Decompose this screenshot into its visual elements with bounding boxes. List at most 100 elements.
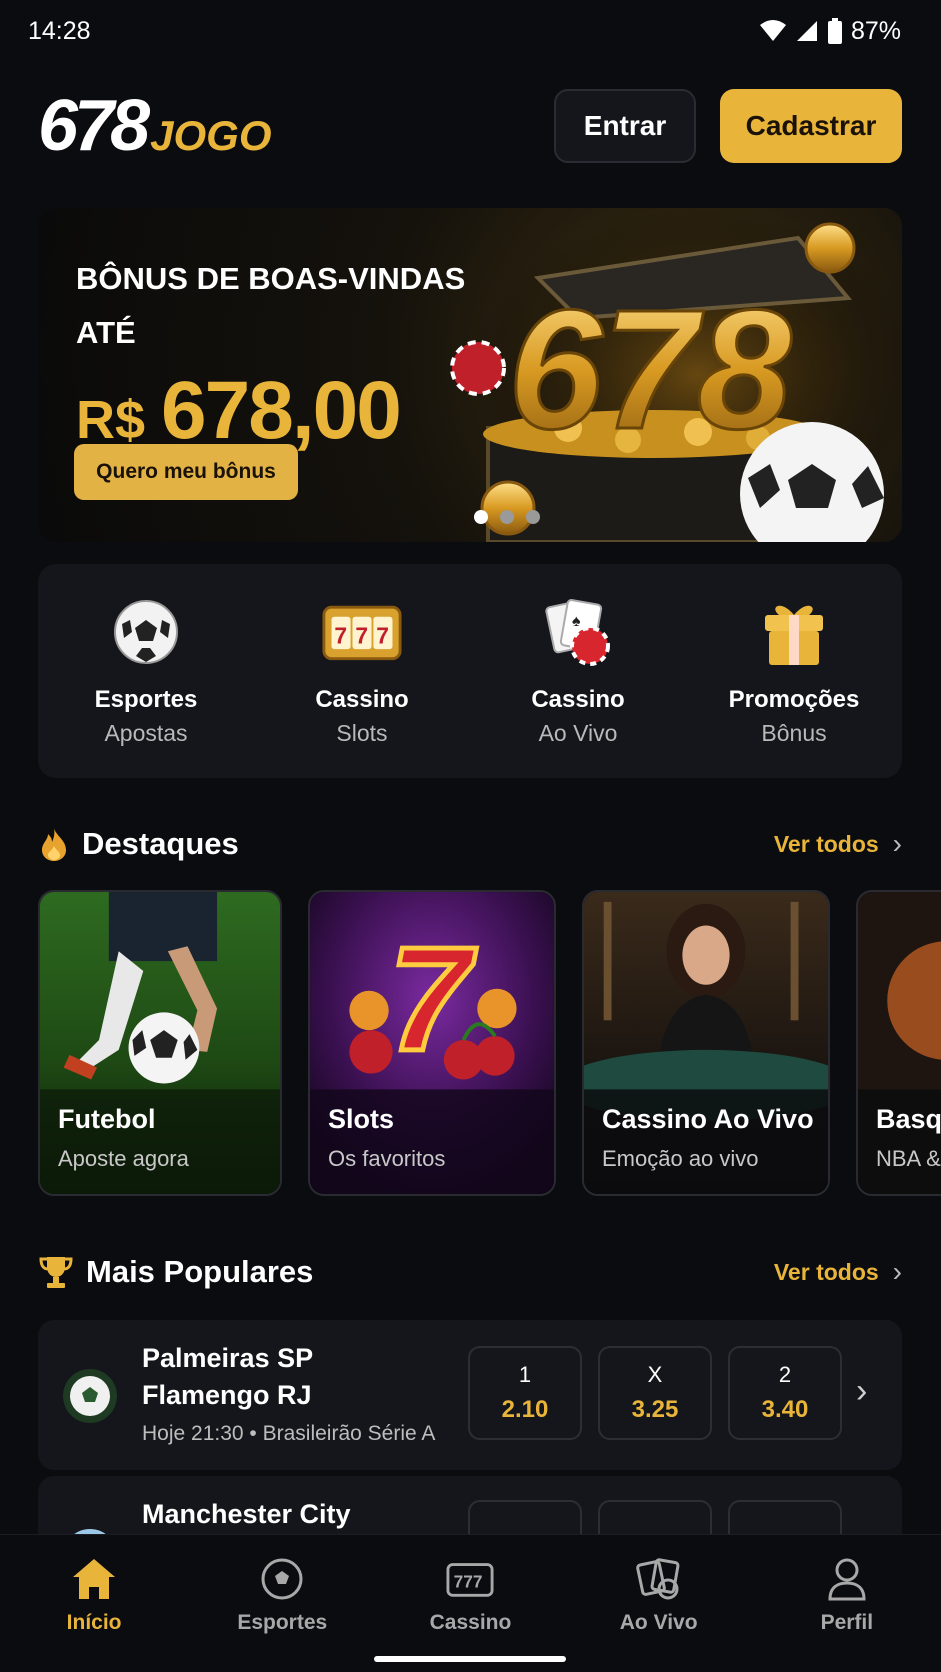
highlights-header: Destaques Ver todos › [38, 822, 902, 866]
banner-text: BÔNUS DE BOAS-VINDAS ATÉ R$ 678,00 [76, 252, 465, 458]
trophy-icon [39, 1257, 73, 1288]
odd-away-button[interactable]: 2 [728, 1500, 842, 1534]
gift-icon [754, 592, 834, 672]
banner-title-line1: BÔNUS DE BOAS-VINDAS [76, 261, 466, 296]
svg-text:7: 7 [355, 622, 368, 648]
banner-art-number: 678 [508, 275, 792, 465]
category-casino-live[interactable]: ♠ Cassino Ao Vivo [478, 592, 678, 778]
odd-value: 2.10 [501, 1396, 549, 1423]
away-team: Flamengo RJ [142, 1380, 312, 1410]
banner-currency: R$ [76, 390, 146, 450]
nav-label: Cassino [429, 1611, 512, 1634]
nav-item-profile[interactable]: Perfil [762, 1555, 932, 1635]
odd-home-button[interactable]: 1 2.10 [468, 1346, 582, 1440]
nav-item-sports[interactable]: Esportes [197, 1555, 367, 1635]
odd-label: X [647, 1362, 663, 1387]
match-odds: 1 2.10 X 3.25 2 3.40 [468, 1346, 842, 1440]
status-icons: 87% [759, 17, 901, 46]
banner-dot[interactable] [526, 510, 540, 524]
match-row[interactable]: Manchester City 1 X 2 [38, 1476, 902, 1534]
soccer-ball-icon [106, 592, 186, 672]
popular-see-all[interactable]: Ver todos › [774, 1256, 902, 1288]
logo-word: JOGO [150, 112, 272, 159]
highlight-card-subtitle: Aposte agora [58, 1146, 189, 1171]
soccer-ball-icon [63, 1369, 117, 1423]
category-title: Promoções [728, 686, 860, 713]
highlights-see-all[interactable]: Ver todos › [774, 828, 902, 860]
svg-text:777: 777 [454, 1572, 483, 1592]
login-button[interactable]: Entrar [554, 89, 696, 163]
home-indicator[interactable] [374, 1656, 566, 1662]
nav-label: Perfil [820, 1611, 874, 1634]
highlight-card-football[interactable]: Futebol Aposte agora [38, 890, 282, 1196]
highlight-card-slots[interactable]: 7 Slots Os favoritos [308, 890, 556, 1196]
category-title: Cassino [531, 686, 625, 713]
category-subtitle: Bônus [761, 720, 827, 746]
battery-icon [827, 18, 842, 44]
highlight-card-title: Slots [328, 1104, 395, 1134]
section-title: Mais Populares [86, 1254, 314, 1289]
odd-away-button[interactable]: 2 3.40 [728, 1346, 842, 1440]
cards-icon [635, 1555, 683, 1603]
highlights-title-group: Destaques [38, 826, 239, 862]
odd-label: 1 [518, 1362, 532, 1387]
banner-pagination [474, 510, 540, 524]
status-time: 14:28 [28, 16, 91, 45]
home-team: Manchester City [142, 1499, 351, 1529]
highlight-card-title: Futebol [58, 1104, 156, 1134]
highlight-card-live-casino[interactable]: Cassino Ao Vivo Emoção ao vivo [582, 890, 830, 1196]
highlight-card-basketball[interactable]: Basq NBA & [856, 890, 941, 1196]
nav-label: Início [66, 1611, 122, 1634]
nav-item-home[interactable]: Início [9, 1555, 179, 1635]
category-subtitle: Slots [336, 720, 388, 746]
odd-home-button[interactable]: 1 [468, 1500, 582, 1534]
highlight-card-title: Basq [876, 1104, 941, 1134]
status-bar: 14:28 87% [0, 0, 941, 62]
chevron-right-icon: › [892, 1256, 902, 1287]
banner-dot[interactable] [474, 510, 488, 524]
treasure-chest-illustration: 678 [448, 208, 902, 542]
highlight-card-subtitle: Os favoritos [328, 1146, 446, 1171]
category-casino-slots[interactable]: 777 Cassino Slots [262, 592, 462, 778]
fire-icon [42, 828, 66, 861]
promo-banner[interactable]: 678 BÔNUS DE BOAS-VINDAS ATÉ R$ 678,00 Q… [38, 208, 902, 542]
claim-bonus-button[interactable]: Quero meu bônus [74, 444, 298, 500]
match-info: Hoje 21:30 • Brasileirão Série A [142, 1422, 436, 1445]
slot-machine-icon: 777 [446, 1555, 494, 1603]
register-button[interactable]: Cadastrar [720, 89, 902, 163]
category-promotions[interactable]: Promoções Bônus [694, 592, 894, 778]
odd-label: 2 [778, 1362, 792, 1387]
see-all-label: Ver todos [773, 830, 879, 857]
popular-matches-list: Palmeiras SP Flamengo RJ Hoje 21:30 • Br… [38, 1320, 902, 1534]
chevron-right-icon: › [892, 828, 902, 859]
bottom-navigation: Início Esportes 777 Cassino Ao Vivo Perf… [0, 1534, 941, 1672]
cards-chip-icon: ♠ [538, 592, 618, 672]
banner-title-line2: ATÉ [76, 315, 136, 350]
signal-icon [796, 21, 817, 41]
brand-logo[interactable]: 678 JOGO [38, 85, 272, 167]
category-sports[interactable]: Esportes Apostas [46, 592, 246, 778]
category-shortcuts: Esportes Apostas 777 Cassino Slots ♠ Cas… [38, 564, 902, 778]
category-subtitle: Ao Vivo [538, 720, 618, 746]
nav-item-live[interactable]: Ao Vivo [574, 1555, 744, 1635]
nav-label: Esportes [237, 1611, 328, 1634]
home-icon [70, 1555, 118, 1603]
match-teams: Palmeiras SP Flamengo RJ Hoje 21:30 • Br… [142, 1340, 435, 1446]
odd-value: 3.40 [761, 1396, 809, 1423]
soccer-ball-icon [258, 1555, 306, 1603]
highlight-card-subtitle: NBA & [876, 1146, 941, 1171]
popular-header: Mais Populares Ver todos › [38, 1250, 902, 1294]
section-title: Destaques [82, 826, 239, 861]
chevron-right-icon[interactable]: › [856, 1372, 867, 1411]
popular-title-group: Mais Populares [38, 1254, 313, 1290]
banner-dot[interactable] [500, 510, 514, 524]
svg-text:7: 7 [334, 622, 347, 648]
match-row[interactable]: Palmeiras SP Flamengo RJ Hoje 21:30 • Br… [38, 1320, 902, 1470]
odd-draw-button[interactable]: X [598, 1500, 712, 1534]
highlight-card-subtitle: Emoção ao vivo [602, 1146, 759, 1171]
home-team: Palmeiras SP [142, 1343, 314, 1373]
odd-value: 3.25 [631, 1396, 679, 1423]
nav-item-casino[interactable]: 777 Cassino [385, 1555, 555, 1635]
highlights-carousel[interactable]: Futebol Aposte agora 7 Slots Os favorito… [38, 890, 941, 1198]
odd-draw-button[interactable]: X 3.25 [598, 1346, 712, 1440]
